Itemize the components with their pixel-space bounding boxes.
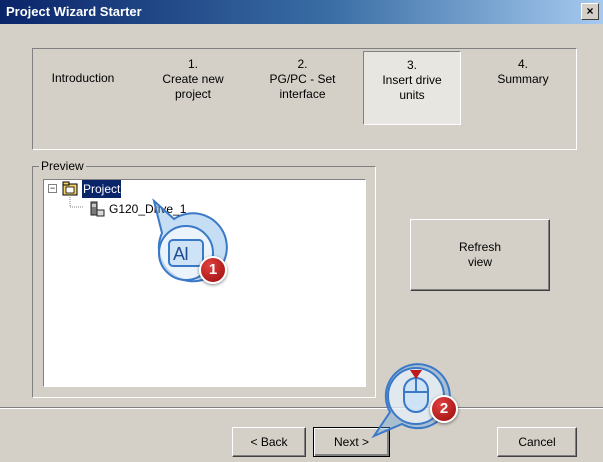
back-button-label: < Back — [250, 435, 288, 449]
step-pg-pc-set-interface[interactable]: 2. PG/PC - Set interface — [245, 49, 360, 117]
step-insert-drive-units[interactable]: 3. Insert drive units — [363, 51, 461, 125]
step-summary[interactable]: 4. Summary — [478, 49, 568, 117]
drive-unit-icon — [90, 201, 105, 217]
step-introduction[interactable]: Introduction — [41, 49, 125, 117]
preview-legend: Preview — [39, 159, 86, 173]
step-create-new-project[interactable]: 1. Create new project — [143, 49, 243, 117]
step-label: Insert drive units — [382, 73, 442, 102]
refresh-view-button[interactable]: Refresh view — [410, 219, 550, 291]
keyboard-input-text: AI — [173, 244, 189, 264]
cancel-button[interactable]: Cancel — [497, 427, 577, 457]
step-label: Create new project — [162, 72, 224, 101]
next-button-label: Next > — [333, 435, 369, 449]
step-number: 1. — [187, 57, 198, 71]
callout-1-number: 1 — [208, 261, 218, 278]
step-number: 4. — [517, 57, 528, 71]
step-label: PG/PC - Set interface — [269, 72, 336, 101]
close-button[interactable]: × — [581, 3, 599, 20]
step-number: 3. — [406, 58, 417, 72]
button-separator — [0, 407, 603, 409]
callout-2-number: 2 — [439, 400, 449, 417]
step-label: Summary — [497, 72, 549, 86]
close-icon: × — [586, 4, 594, 18]
cancel-button-label: Cancel — [518, 435, 556, 449]
callout-2-badge: 2 — [430, 395, 458, 423]
wizard-steps: Introduction 1. Create new project 2. PG… — [32, 48, 577, 150]
title-bar: Project Wizard Starter × — [0, 0, 603, 24]
back-button[interactable]: < Back — [232, 427, 306, 457]
refresh-view-label: Refresh view — [458, 240, 502, 269]
callout-1-badge: 1 — [199, 256, 227, 284]
step-label: Introduction — [51, 71, 115, 85]
keyboard-input-callout — [152, 198, 228, 283]
window-title: Project Wizard Starter — [6, 4, 142, 19]
step-number: 2. — [297, 57, 308, 71]
